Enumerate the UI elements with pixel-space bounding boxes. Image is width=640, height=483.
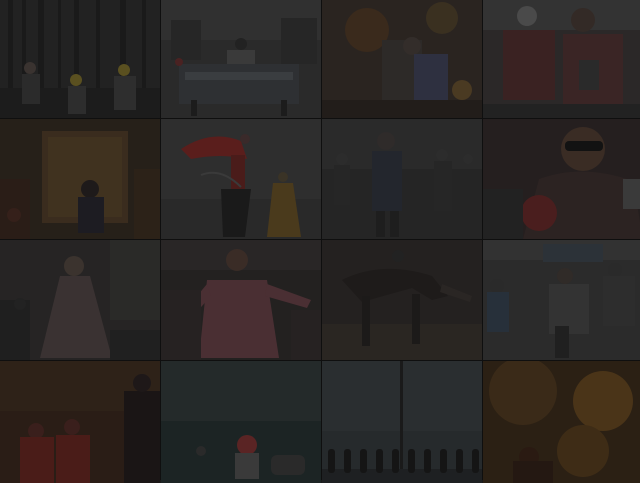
child-red-hat-photo [161, 361, 321, 483]
photo-tile-red-umbrella-figures[interactable] [0, 361, 160, 483]
photo-tile-traffic-scooters[interactable] [483, 240, 640, 360]
streetlamp-photo [322, 361, 482, 483]
motorbike-riders-photo [483, 0, 640, 118]
photo-tile-fire-smoke-figure[interactable] [483, 361, 640, 483]
dancers-photo [161, 119, 321, 239]
lantern-crowd-photo [322, 0, 482, 118]
photo-tile-streetlamp-bollards[interactable] [322, 361, 482, 483]
photo-wall [0, 0, 640, 483]
photo-tile-seated-woman-room[interactable] [0, 119, 160, 239]
street-walkers-photo [322, 119, 482, 239]
photo-tile-horse-rider[interactable] [322, 240, 482, 360]
photo-tile-child-red-hat-water[interactable] [161, 361, 321, 483]
fire-smoke-photo [483, 361, 640, 483]
photo-tile-woman-white-dress[interactable] [0, 240, 160, 360]
horse-rider-photo [322, 240, 482, 360]
forest-workers-photo [0, 0, 160, 118]
photo-tile-dancers-red-costume[interactable] [161, 119, 321, 239]
photo-tile-street-vendor-cart[interactable] [161, 0, 321, 118]
seated-woman-photo [0, 119, 160, 239]
traffic-scooters-photo [483, 240, 640, 360]
white-dress-photo [0, 240, 160, 360]
photo-tile-busy-street-walkers[interactable] [322, 119, 482, 239]
photo-tile-woman-sunglasses[interactable] [483, 119, 640, 239]
pink-shirt-photo [161, 240, 321, 360]
woman-sunglasses-photo [483, 119, 640, 239]
photo-tile-man-pink-shirt[interactable] [161, 240, 321, 360]
photo-tile-forest-workers[interactable] [0, 0, 160, 118]
red-figures-photo [0, 361, 160, 483]
street-vendor-photo [161, 0, 321, 118]
photo-tile-motorbike-riders[interactable] [483, 0, 640, 118]
photo-tile-lantern-crowd[interactable] [322, 0, 482, 118]
